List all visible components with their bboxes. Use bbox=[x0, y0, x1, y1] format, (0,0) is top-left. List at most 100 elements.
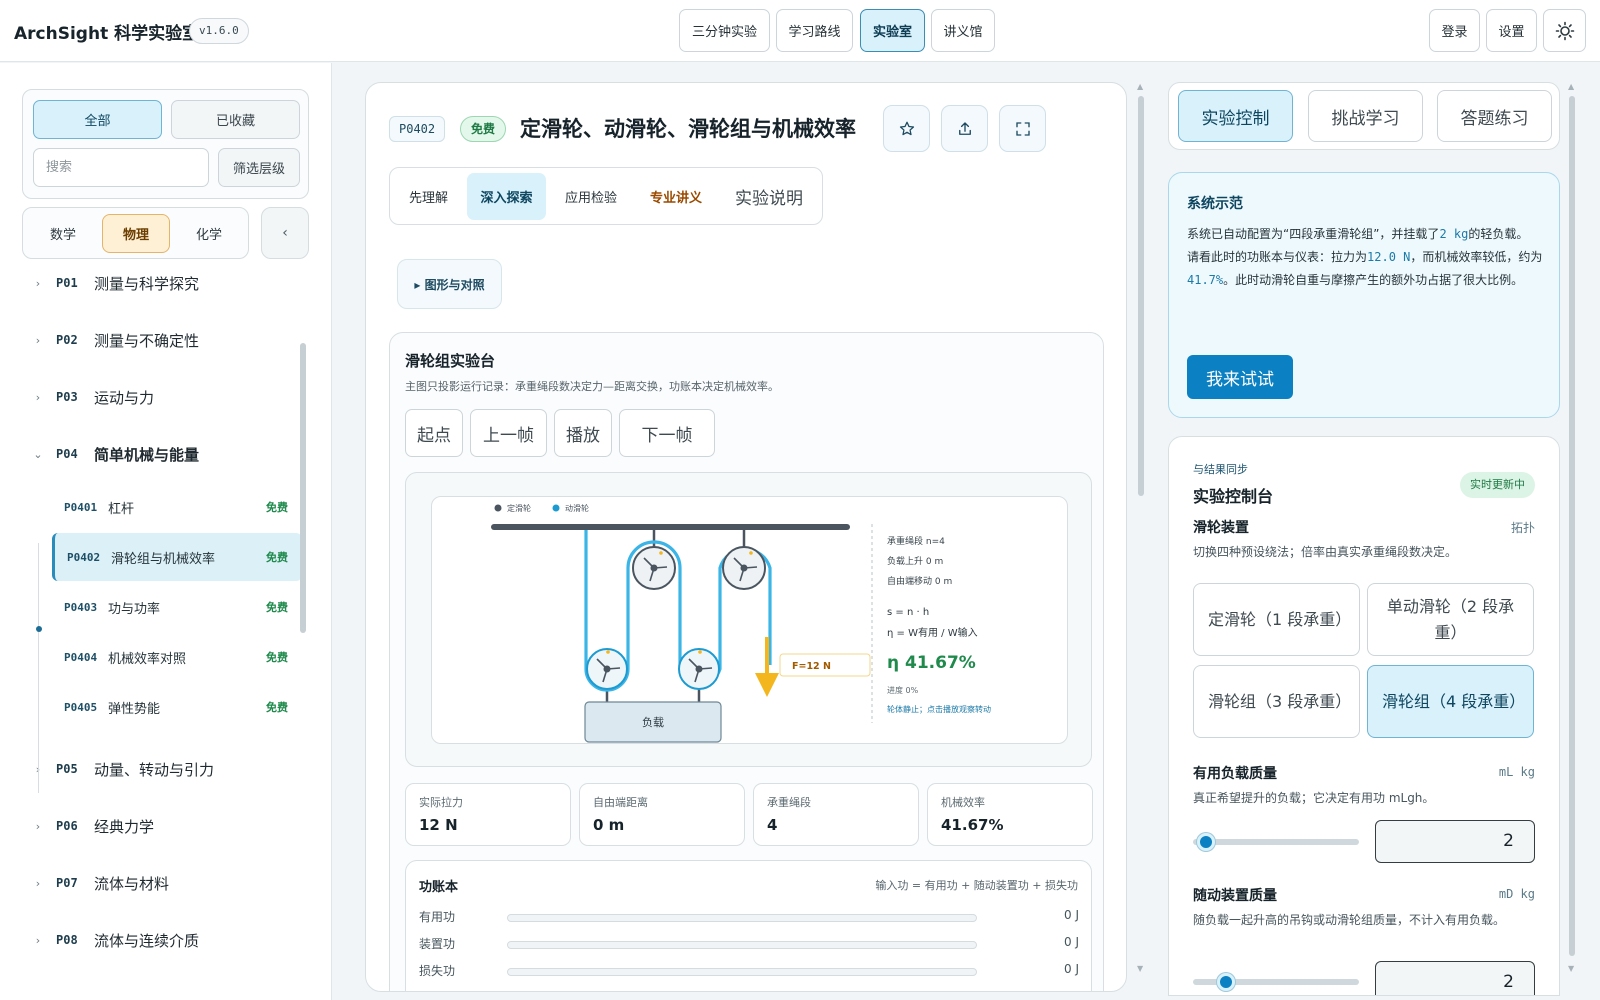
chapter-item-expanded[interactable]: ⌄ P04 简单机械与能量 bbox=[22, 434, 294, 474]
scrollbar-thumb[interactable] bbox=[300, 343, 306, 633]
fullscreen-button[interactable] bbox=[999, 105, 1046, 152]
chapter-item[interactable]: › P07 流体与材料 bbox=[22, 863, 294, 903]
tab-understand-first[interactable]: 先理解 bbox=[395, 173, 462, 220]
lesson-item[interactable]: P0405 弹性势能 免费 bbox=[52, 683, 302, 731]
efficiency-readout: η 41.67% bbox=[887, 653, 976, 673]
pulley-option-three-segment[interactable]: 滑轮组（3 段承重） bbox=[1193, 665, 1360, 738]
ledger-label: 损失功 bbox=[419, 964, 456, 978]
login-button[interactable]: 登录 bbox=[1429, 9, 1480, 52]
tab-quiz[interactable]: 答题练习 bbox=[1437, 90, 1552, 142]
tab-deep-explore[interactable]: 深入探索 bbox=[467, 173, 546, 220]
scroll-down-icon[interactable]: ▼ bbox=[1137, 964, 1143, 973]
subject-physics-tab[interactable]: 物理 bbox=[102, 214, 170, 253]
ledger-label: 有用功 bbox=[419, 910, 456, 924]
diagram-stage: 定滑轮 动滑轮 负载 F=12 N 承重绳段 n=4 负载上升 0 m 自由端移… bbox=[405, 472, 1092, 767]
page-title: 定滑轮、动滑轮、滑轮组与机械效率 bbox=[520, 117, 856, 141]
demo-highlight: 2 kg bbox=[1439, 227, 1469, 241]
lab-console: 与结果同步 实验控制台 实时更新中 滑轮装置 拓扑 切换四种预设绕法；倍率由真实… bbox=[1168, 436, 1560, 996]
try-it-button[interactable]: 我来试试 bbox=[1187, 355, 1293, 399]
load-mass-input[interactable]: 2 bbox=[1375, 820, 1535, 863]
chapter-code: P06 bbox=[56, 819, 78, 833]
demo-title: 系统示范 bbox=[1187, 196, 1243, 212]
ledger-bar bbox=[507, 914, 977, 922]
readout-free-end: 自由端移动 0 m bbox=[887, 575, 952, 587]
nav-lab[interactable]: 实验室 bbox=[860, 9, 925, 52]
free-badge: 免费 bbox=[266, 701, 288, 714]
collapse-sidebar-button[interactable]: ‹ bbox=[261, 207, 309, 259]
scroll-down-icon[interactable]: ▼ bbox=[1568, 964, 1574, 973]
theme-toggle-button[interactable] bbox=[1543, 9, 1586, 52]
lesson-item[interactable]: P0404 机械效率对照 免费 bbox=[52, 633, 302, 681]
tab-pro-lecture[interactable]: 专业讲义 bbox=[636, 173, 716, 220]
filter-all-button[interactable]: 全部 bbox=[33, 100, 162, 139]
pulley-option-single-movable[interactable]: 单动滑轮（2 段承重） bbox=[1367, 583, 1534, 656]
pulley-section-title: 滑轮装置 bbox=[1193, 520, 1249, 536]
pulley-option-fixed[interactable]: 定滑轮（1 段承重） bbox=[1193, 583, 1360, 656]
readout-segments: 承重绳段 n=4 bbox=[887, 535, 945, 547]
ledger-bar bbox=[507, 941, 977, 949]
nav-three-minute-lab[interactable]: 三分钟实验 bbox=[679, 9, 770, 52]
device-mass-slider[interactable] bbox=[1193, 973, 1359, 991]
live-status-badge: 实时更新中 bbox=[1460, 472, 1535, 498]
scrollbar-thumb[interactable] bbox=[1138, 96, 1144, 496]
playback-next-button[interactable]: 下一帧 bbox=[619, 409, 715, 457]
chapter-item[interactable]: › P05 动量、转动与引力 bbox=[22, 749, 294, 789]
nav-lecture-hall[interactable]: 讲义馆 bbox=[931, 9, 995, 52]
diagram-frame: 定滑轮 动滑轮 负载 F=12 N 承重绳段 n=4 负载上升 0 m 自由端移… bbox=[431, 496, 1068, 744]
scroll-up-icon[interactable]: ▲ bbox=[1137, 82, 1143, 91]
sun-icon bbox=[1555, 21, 1574, 40]
subject-math-tab[interactable]: 数学 bbox=[29, 214, 97, 253]
active-lesson-dot bbox=[36, 626, 42, 632]
chapter-title: 流体与材料 bbox=[94, 874, 170, 893]
filter-favorites-button[interactable]: 已收藏 bbox=[171, 100, 300, 139]
subject-chemistry-tab[interactable]: 化学 bbox=[175, 214, 243, 253]
demo-text-part: ，而机械效率较低，约为 bbox=[1410, 250, 1543, 264]
tab-challenge[interactable]: 挑战学习 bbox=[1308, 90, 1423, 142]
legend-fixed-label: 定滑轮 bbox=[507, 503, 531, 513]
pulley-section-tag: 拓扑 bbox=[1510, 521, 1535, 535]
chapter-item[interactable]: › P03 运动与力 bbox=[22, 377, 294, 417]
chapter-item[interactable]: › P06 经典力学 bbox=[22, 806, 294, 846]
search-input[interactable] bbox=[33, 148, 209, 187]
chapter-item[interactable]: › P08 流体与连续介质 bbox=[22, 920, 294, 960]
fullscreen-icon bbox=[1015, 121, 1030, 136]
lesson-item[interactable]: P0401 杠杆 免费 bbox=[52, 483, 302, 531]
playback-play-button[interactable]: 播放 bbox=[554, 409, 612, 457]
tab-lab-instructions[interactable]: 实验说明 bbox=[721, 173, 817, 220]
load-mass-unit: mL kg bbox=[1498, 765, 1535, 779]
right-scrollbar[interactable]: ▲ ▼ bbox=[1568, 82, 1576, 979]
chevron-left-icon: ‹ bbox=[282, 225, 288, 241]
metric-value: 41.67% bbox=[941, 816, 1004, 834]
scrollbar-thumb[interactable] bbox=[1569, 96, 1575, 956]
sidebar-scrollbar[interactable] bbox=[300, 333, 306, 993]
chapter-item[interactable]: › P02 测量与不确定性 bbox=[22, 320, 294, 360]
lesson-item-active[interactable]: P0402 滑轮组与机械效率 免费 bbox=[52, 533, 302, 581]
main-scrollbar[interactable]: ▲ ▼ bbox=[1137, 82, 1145, 979]
scroll-up-icon[interactable]: ▲ bbox=[1568, 82, 1574, 91]
level-filter-button[interactable]: 筛选层级 bbox=[218, 148, 300, 187]
nav-learning-path[interactable]: 学习路线 bbox=[776, 9, 853, 52]
slider-thumb[interactable] bbox=[1217, 973, 1236, 991]
chapter-item[interactable]: › P01 测量与科学探究 bbox=[22, 263, 294, 303]
playback-start-button[interactable]: 起点 bbox=[405, 409, 463, 457]
load-mass-slider[interactable] bbox=[1193, 833, 1359, 851]
tab-apply-check[interactable]: 应用检验 bbox=[551, 173, 631, 220]
force-arrow-head bbox=[755, 673, 779, 697]
tab-lab-control[interactable]: 实验控制 bbox=[1178, 90, 1293, 142]
chapter-title: 简单机械与能量 bbox=[94, 445, 200, 464]
metric-value: 4 bbox=[767, 816, 778, 834]
pulley-diagram: 定滑轮 动滑轮 负载 F=12 N 承重绳段 n=4 负载上升 0 m 自由端移… bbox=[491, 503, 991, 743]
playback-prev-button[interactable]: 上一帧 bbox=[470, 409, 547, 457]
lesson-item[interactable]: P0403 功与功率 免费 bbox=[52, 583, 302, 631]
chapter-code: P08 bbox=[56, 933, 78, 947]
pulley-option-four-segment[interactable]: 滑轮组（4 段承重） bbox=[1367, 665, 1534, 738]
figure-compare-toggle[interactable]: ▸ 图形与对照 bbox=[397, 259, 502, 309]
top-bar: ArchSight 科学实验室 v1.6.0 三分钟实验 学习路线 实验室 讲义… bbox=[0, 0, 1600, 62]
force-label: F=12 N bbox=[792, 661, 831, 672]
ledger-value: 0 J bbox=[1064, 908, 1079, 922]
settings-button[interactable]: 设置 bbox=[1486, 9, 1537, 52]
slider-thumb[interactable] bbox=[1197, 833, 1216, 851]
device-mass-input[interactable]: 2 bbox=[1375, 961, 1535, 995]
share-button[interactable] bbox=[941, 105, 988, 152]
favorite-button[interactable] bbox=[883, 105, 930, 152]
